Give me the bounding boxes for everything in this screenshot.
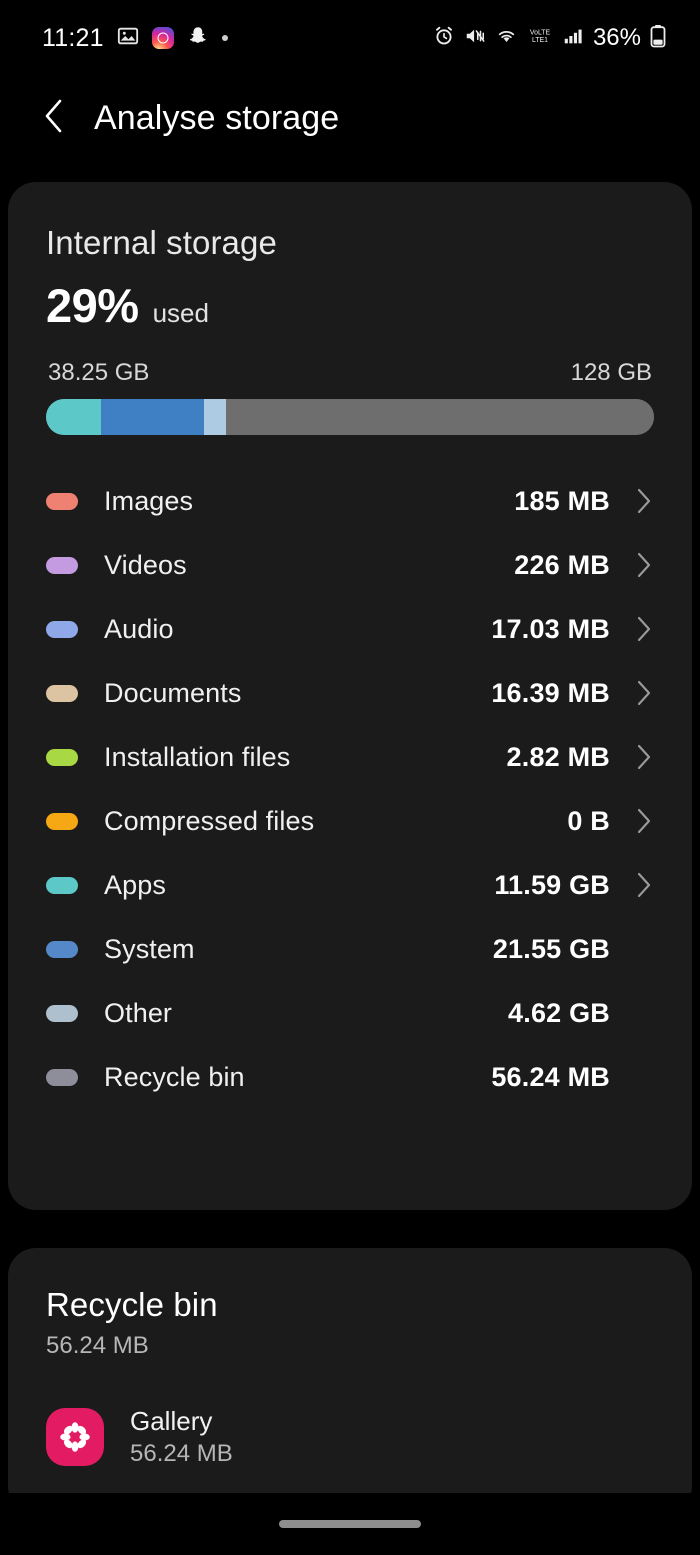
- storage-bar-segment-free: [225, 399, 654, 435]
- storage-category-row[interactable]: Documents 16.39 MB: [46, 661, 654, 725]
- chevron-left-icon: [41, 96, 67, 141]
- category-label: Audio: [104, 613, 174, 644]
- storage-category-row: System 21.55 GB: [46, 917, 654, 981]
- category-size-value: 0 B: [567, 805, 610, 836]
- back-button[interactable]: [36, 96, 72, 140]
- total-capacity-label: 128 GB: [570, 359, 652, 386]
- category-label: System: [104, 933, 195, 964]
- storage-bar-segment-apps: [46, 399, 102, 435]
- capacity-row: 38.25 GB 128 GB: [46, 359, 654, 387]
- recycle-bin-app-size: 56.24 MB: [130, 1440, 233, 1467]
- navigation-bar: [0, 1493, 700, 1555]
- storage-category-row[interactable]: Audio 17.03 MB: [46, 597, 654, 661]
- category-label: Recycle bin: [104, 1061, 245, 1092]
- category-label: Documents: [104, 677, 242, 708]
- recycle-bin-app-row[interactable]: Gallery 56.24 MB: [46, 1406, 654, 1468]
- alarm-icon: [433, 25, 455, 52]
- mute-icon: [464, 25, 486, 52]
- page-header: Analyse storage: [0, 76, 700, 160]
- storage-category-row[interactable]: Installation files 2.82 MB: [46, 725, 654, 789]
- category-color-dot: [46, 492, 78, 510]
- storage-category-row[interactable]: Videos 226 MB: [46, 533, 654, 597]
- battery-icon: [650, 24, 666, 53]
- category-label: Compressed files: [104, 805, 315, 836]
- more-dot-icon: [221, 35, 228, 41]
- storage-category-row[interactable]: Compressed files 0 B: [46, 789, 654, 853]
- chevron-right-icon: [610, 615, 652, 643]
- storage-category-row: Recycle bin 56.24 MB: [46, 1045, 654, 1109]
- battery-percent-label: 36%: [592, 24, 641, 51]
- signal-icon: [562, 25, 584, 52]
- category-color-dot: [46, 620, 78, 638]
- phone-screen: 11:21 VoLTE LTE1 36% Analyse storage Int…: [0, 0, 700, 1555]
- storage-bar-segment-system: [101, 399, 205, 435]
- storage-category-list: Images 185 MB Videos 226 MB Audio 17.03 MB Doc…: [46, 469, 654, 1109]
- category-size-value: 226 MB: [514, 549, 610, 580]
- gallery-flower-icon: [46, 1408, 104, 1466]
- wifi-icon: [495, 25, 518, 52]
- category-color-dot: [46, 812, 78, 830]
- svg-text:VoLTE: VoLTE: [530, 29, 551, 36]
- percent-used-row: 29% used: [46, 278, 654, 333]
- category-label: Other: [104, 997, 173, 1028]
- snapchat-icon: [187, 25, 209, 52]
- category-color-dot: [46, 1068, 78, 1086]
- status-bar-clock: 11:21: [42, 23, 104, 52]
- status-bar-right: VoLTE LTE1 36%: [433, 24, 666, 53]
- category-size-value: 17.03 MB: [491, 613, 610, 644]
- recycle-bin-card[interactable]: Recycle bin 56.24 MB Gallery 56.24 MB: [8, 1248, 692, 1514]
- page-title: Analyse storage: [94, 98, 340, 137]
- percent-used-value: 29%: [46, 279, 139, 332]
- storage-category-row[interactable]: Apps 11.59 GB: [46, 853, 654, 917]
- category-label: Images: [104, 485, 194, 516]
- category-color-dot: [46, 876, 78, 894]
- photo-icon: [117, 25, 139, 52]
- chevron-right-icon: [610, 551, 652, 579]
- category-label: Apps: [104, 869, 166, 900]
- status-bar-left: 11:21: [42, 24, 228, 53]
- category-size-value: 4.62 GB: [508, 997, 610, 1028]
- storage-bar-segment-other: [204, 399, 226, 435]
- internal-storage-title: Internal storage: [46, 224, 277, 261]
- storage-category-row[interactable]: Images 185 MB: [46, 469, 654, 533]
- storage-usage-bar: [46, 399, 654, 435]
- chevron-right-icon: [610, 679, 652, 707]
- internal-storage-card: Internal storage 29% used 38.25 GB 128 G…: [8, 182, 692, 1210]
- svg-text:LTE1: LTE1: [532, 37, 548, 44]
- status-bar: 11:21 VoLTE LTE1 36%: [0, 0, 700, 76]
- category-color-dot: [46, 556, 78, 574]
- recycle-bin-app-text: Gallery 56.24 MB: [130, 1406, 233, 1468]
- category-size-value: 11.59 GB: [494, 869, 610, 900]
- chevron-right-icon: [610, 807, 652, 835]
- category-size-value: 56.24 MB: [491, 1061, 610, 1092]
- recycle-bin-title: Recycle bin: [46, 1286, 218, 1323]
- percent-used-label: used: [152, 298, 209, 328]
- instagram-icon: [151, 27, 174, 49]
- category-color-dot: [46, 1004, 78, 1022]
- recycle-bin-app-name: Gallery: [130, 1406, 213, 1436]
- used-capacity-label: 38.25 GB: [48, 359, 150, 386]
- category-label: Videos: [104, 549, 187, 580]
- volte-icon: VoLTE LTE1: [527, 25, 553, 52]
- category-color-dot: [46, 684, 78, 702]
- chevron-right-icon: [610, 487, 652, 515]
- category-size-value: 16.39 MB: [491, 677, 610, 708]
- category-label: Installation files: [104, 741, 291, 772]
- category-size-value: 2.82 MB: [506, 741, 610, 772]
- chevron-right-icon: [610, 871, 652, 899]
- recycle-bin-size: 56.24 MB: [46, 1332, 149, 1359]
- storage-category-row: Other 4.62 GB: [46, 981, 654, 1045]
- category-size-value: 21.55 GB: [492, 933, 610, 964]
- category-size-value: 185 MB: [514, 485, 610, 516]
- category-color-dot: [46, 748, 78, 766]
- home-indicator[interactable]: [279, 1520, 421, 1528]
- category-color-dot: [46, 940, 78, 958]
- chevron-right-icon: [610, 743, 652, 771]
